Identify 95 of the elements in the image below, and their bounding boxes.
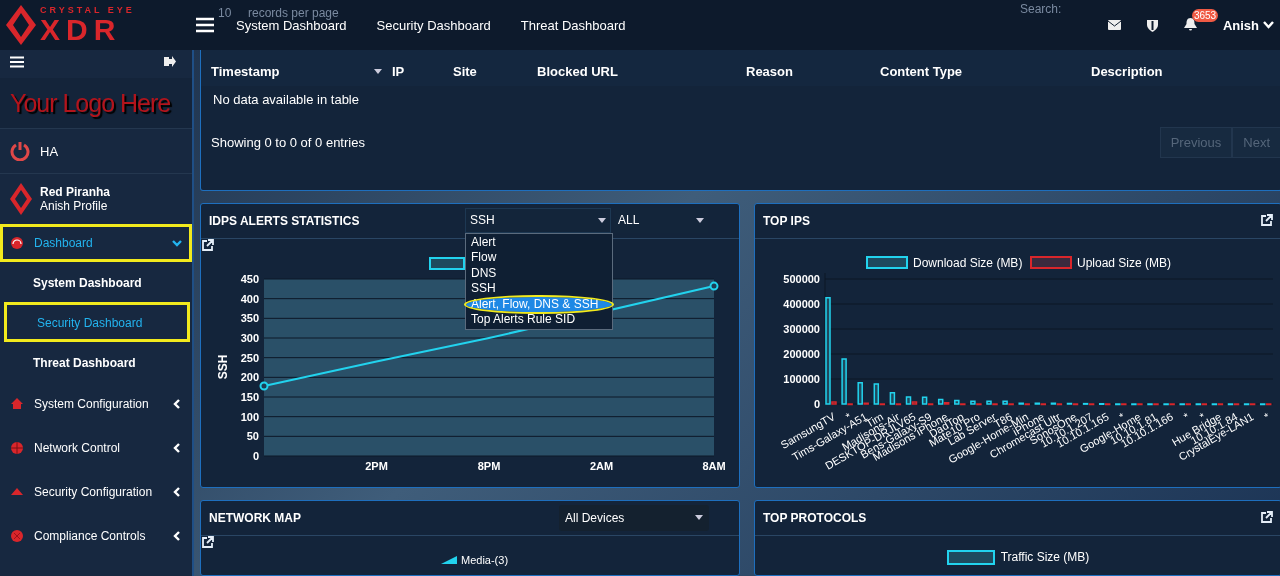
external-link-icon[interactable] <box>1260 511 1273 525</box>
y-tick-label: 0 <box>252 449 259 462</box>
ha-label: HA <box>40 143 59 159</box>
bell-icon[interactable] <box>1183 18 1197 32</box>
panel-title: TOP IPS <box>763 213 810 228</box>
profile-name: Red Piranha <box>40 185 111 199</box>
shield-icon[interactable] <box>1146 18 1158 32</box>
x-tick-label: 8PM <box>477 459 501 472</box>
legend-swatch <box>866 255 908 269</box>
legend-label: Upload Size (MB) <box>1077 255 1172 270</box>
search-label: Search: <box>1020 2 1062 16</box>
x-tick-label: 2PM <box>365 459 388 472</box>
brand-name: XDR <box>40 14 122 45</box>
y-tick-label: 300000 <box>783 322 820 335</box>
empty-message: No data available in table <box>212 91 360 109</box>
y-tick-label: 450 <box>240 272 259 285</box>
dropdown-option[interactable]: Flow <box>466 250 612 266</box>
y-tick-label: 0 <box>813 397 820 410</box>
y-tick-label: 150 <box>240 390 259 403</box>
logo-text: Your Logo Here <box>10 88 171 118</box>
records-label: records per page <box>248 6 339 20</box>
circle-icon <box>10 529 24 543</box>
envelope-icon[interactable] <box>1107 20 1121 30</box>
y-tick-label: 400000 <box>783 297 820 310</box>
panel-title: TOP PROTOCOLS <box>763 510 867 525</box>
dropdown-option[interactable]: Top Alerts Rule SID <box>466 312 612 328</box>
globe-icon <box>10 441 24 455</box>
legend-label: Download Size (MB) <box>913 255 1023 270</box>
column-header[interactable]: Content Type <box>880 63 963 79</box>
notification-count: 3653 <box>1191 9 1219 22</box>
dropdown-option[interactable]: DNS <box>466 265 612 282</box>
y-tick-label: 200 <box>240 371 259 384</box>
legend-label: Traffic Size (MB) <box>1000 550 1090 565</box>
y-tick-label: 300 <box>240 331 259 344</box>
caret-icon <box>598 217 606 223</box>
dropdown-option[interactable]: Alert, Flow, DNS & SSH <box>466 296 612 313</box>
panel-title: NETWORK MAP <box>209 510 301 525</box>
menu-icon[interactable] <box>196 17 214 33</box>
x-tick-label: 2AM <box>589 459 614 472</box>
data-point <box>259 381 269 391</box>
y-tick-label: 400 <box>240 292 259 305</box>
dropdown-option[interactable]: Alert <box>466 234 612 251</box>
data-point <box>709 281 719 291</box>
wedge-icon <box>441 555 457 564</box>
table-info: Showing 0 to 0 of 0 entries <box>211 135 365 150</box>
legend-swatch <box>1030 255 1072 269</box>
y-tick-label: 100000 <box>783 372 820 385</box>
y-tick-label: 50 <box>246 430 259 443</box>
diamond-logo-icon <box>6 5 36 45</box>
external-link-icon[interactable] <box>201 238 214 252</box>
house-icon <box>10 397 24 411</box>
column-header[interactable]: Description <box>1091 63 1163 79</box>
device-select[interactable]: All Devices <box>559 504 709 531</box>
column-header[interactable]: Site <box>453 63 477 79</box>
dropdown-option[interactable]: SSH <box>466 281 612 297</box>
y-tick-label: 350 <box>240 312 259 325</box>
external-link-icon[interactable] <box>201 535 214 549</box>
caret-icon <box>696 217 704 223</box>
column-header[interactable]: Reason <box>746 63 793 79</box>
brand-tagline: CRYSTAL EYE <box>40 5 135 15</box>
legend-swatch <box>429 256 465 270</box>
sidebar-item[interactable]: Dashboard <box>0 224 192 262</box>
sidebar-item[interactable]: Security Configuration <box>0 470 192 514</box>
column-header[interactable]: IP <box>392 63 405 79</box>
chevron-icon <box>1263 21 1274 29</box>
y-tick-label: 250 <box>240 351 259 364</box>
x-tick-label: * <box>1262 410 1272 423</box>
y-tick-label: 500000 <box>783 272 820 285</box>
diamond-logo-icon <box>10 183 32 215</box>
panel-title: IDPS ALERTS STATISTICS <box>209 213 360 228</box>
sort-caret-icon <box>374 68 382 74</box>
column-header[interactable]: Blocked URL <box>537 63 618 79</box>
nav-link[interactable]: Threat Dashboard <box>520 17 626 33</box>
sidebar-item[interactable]: Network Control <box>0 426 192 470</box>
x-tick-label: 8AM <box>702 459 726 472</box>
sidebar-subitem[interactable]: System Dashboard <box>0 262 188 302</box>
external-link-icon[interactable] <box>1260 214 1273 228</box>
sidebar-subitem[interactable]: Security Dashboard <box>4 302 190 342</box>
gauge-icon <box>10 236 24 250</box>
profile-subtitle: Anish Profile <box>40 199 109 213</box>
nav-link[interactable]: Security Dashboard <box>376 17 491 33</box>
map-node-label: Media-(3) <box>461 553 509 566</box>
y-axis-label: SSH <box>216 354 230 380</box>
legend-swatch <box>946 549 995 565</box>
caret-icon <box>695 515 703 521</box>
power-icon <box>10 141 30 161</box>
y-tick-label: 200000 <box>783 347 820 360</box>
column-header[interactable]: Timestamp <box>211 63 280 79</box>
y-tick-label: 100 <box>240 410 259 423</box>
user-menu[interactable]: Anish <box>1222 17 1274 33</box>
records-value: 10 <box>218 6 232 20</box>
sidebar-item[interactable]: System Configuration <box>0 382 192 426</box>
metric-select[interactable]: SSH <box>465 207 611 233</box>
sidebar-subitem[interactable]: Threat Dashboard <box>0 342 188 382</box>
sidebar-item[interactable]: Compliance Controls <box>0 514 192 558</box>
